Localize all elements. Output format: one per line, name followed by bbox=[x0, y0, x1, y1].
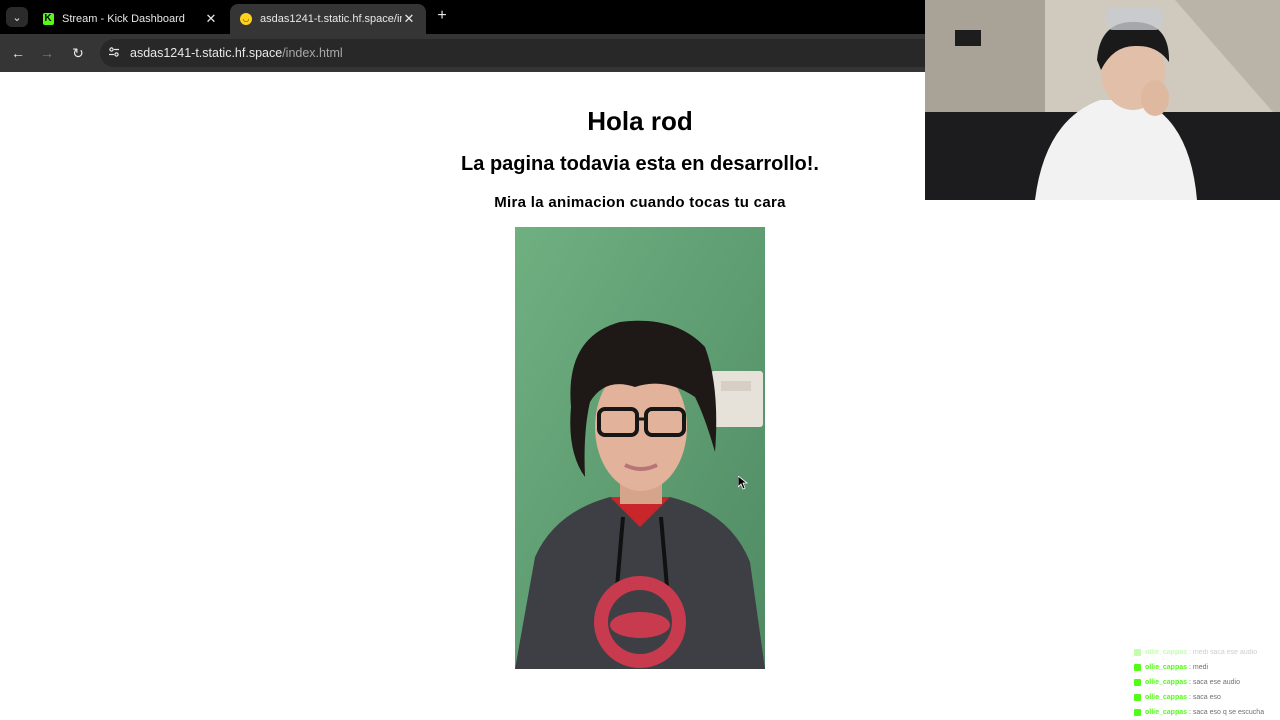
chat-text: medi bbox=[1192, 664, 1209, 671]
chat-text: saca eso bbox=[1192, 694, 1221, 701]
back-arrow-icon[interactable]: ← bbox=[7, 42, 29, 64]
chat-text: saca ese audio bbox=[1192, 679, 1240, 686]
chat-username: ollie_cappas bbox=[1145, 709, 1188, 716]
tab-hf-space[interactable]: ◡ asdas1241-t.static.hf.space/index.html… bbox=[230, 4, 426, 34]
chat-text: medi saca ese audio bbox=[1192, 649, 1258, 656]
chat-username: ollie_cappas bbox=[1145, 694, 1188, 701]
chat-message: ollie_cappas : medi saca ese audio bbox=[1134, 645, 1280, 660]
chat-message: ollie_cappas : saca eso bbox=[1134, 690, 1280, 705]
chat-overlay: ollie_cappas : medi saca ese audio ollie… bbox=[1134, 645, 1280, 720]
chat-badge-icon bbox=[1134, 694, 1141, 701]
chat-username: ollie_cappas bbox=[1145, 649, 1188, 656]
address-bar[interactable]: asdas1241-t.static.hf.space/index.html bbox=[100, 39, 925, 67]
close-tab-icon[interactable]: ✕ bbox=[402, 11, 416, 27]
portrait-photo bbox=[515, 227, 765, 669]
chat-badge-icon bbox=[1134, 649, 1141, 656]
chat-username: ollie_cappas bbox=[1145, 664, 1188, 671]
reload-icon[interactable]: ↻ bbox=[67, 42, 89, 64]
url-text: asdas1241-t.static.hf.space/index.html bbox=[130, 46, 343, 60]
tab-title: asdas1241-t.static.hf.space/index.html bbox=[260, 13, 402, 25]
new-tab-icon[interactable]: + bbox=[432, 6, 452, 26]
webcam-overlay bbox=[925, 0, 1280, 200]
kick-icon: K bbox=[42, 13, 54, 25]
browser-toolbar: ← → ↻ asdas1241-t.static.hf.space/index.… bbox=[0, 34, 925, 72]
tab-title: Stream - Kick Dashboard bbox=[62, 13, 185, 25]
close-tab-icon[interactable]: ✕ bbox=[204, 11, 218, 27]
chat-username: ollie_cappas bbox=[1145, 679, 1188, 686]
chat-text: saca eso q se escucha bbox=[1192, 709, 1265, 716]
huggingface-icon: ◡ bbox=[240, 13, 252, 25]
chat-message: ollie_cappas : medi bbox=[1134, 660, 1280, 675]
chat-badge-icon bbox=[1134, 679, 1141, 686]
forward-arrow-icon[interactable]: → bbox=[36, 42, 58, 64]
tab-search-dropdown-icon[interactable]: ⌄ bbox=[6, 7, 28, 27]
url-path: /index.html bbox=[282, 46, 343, 60]
url-host: asdas1241-t.static.hf.space bbox=[130, 46, 283, 60]
chat-badge-icon bbox=[1134, 664, 1141, 671]
chat-badge-icon bbox=[1134, 709, 1141, 716]
browser-tabstrip: ⌄ K Stream - Kick Dashboard ✕ ◡ asdas124… bbox=[0, 0, 925, 34]
site-settings-icon[interactable] bbox=[100, 46, 128, 61]
chat-message: ollie_cappas : saca ese audio bbox=[1134, 675, 1280, 690]
chat-message: ollie_cappas : saca eso q se escucha bbox=[1134, 705, 1280, 720]
tab-kick-dashboard[interactable]: K Stream - Kick Dashboard ✕ bbox=[32, 4, 228, 34]
